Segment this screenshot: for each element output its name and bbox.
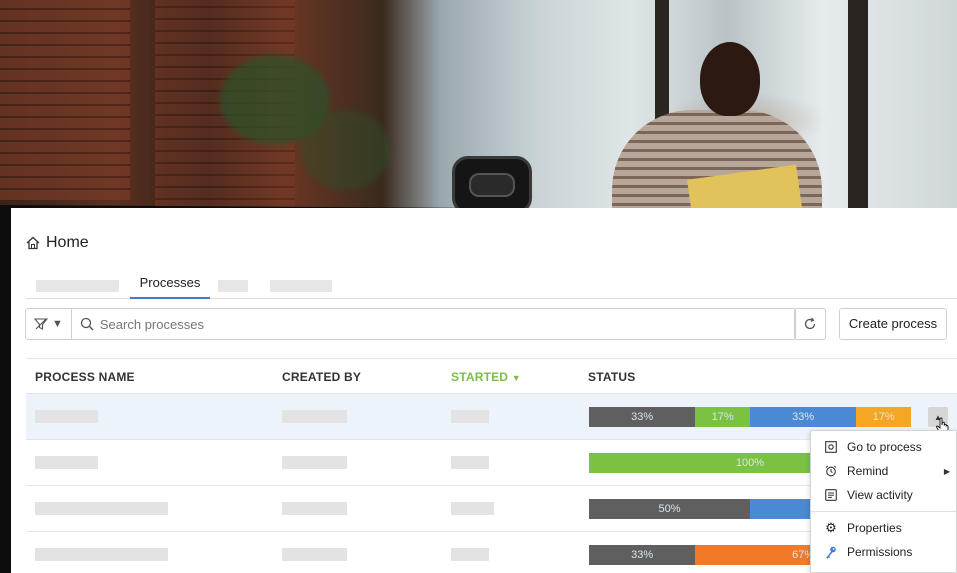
search-icon [80, 317, 94, 331]
refresh-icon [804, 317, 816, 330]
column-header-status[interactable]: STATUS [588, 370, 635, 384]
column-header-created-by[interactable]: CREATED BY [282, 370, 361, 384]
go-to-process-icon [824, 440, 838, 454]
menu-item-label: Properties [847, 521, 902, 535]
created-by-placeholder [282, 456, 347, 469]
filter-button[interactable]: ▼ [26, 309, 72, 339]
menu-item-label: Go to process [847, 440, 922, 454]
status-segment: 17% [695, 407, 750, 427]
chevron-down-icon: ▼ [52, 318, 63, 330]
created-by-placeholder [282, 410, 347, 423]
status-segment: 33% [589, 545, 696, 565]
process-name-placeholder [35, 548, 168, 561]
started-placeholder [451, 410, 489, 423]
sort-desc-icon: ▼ [511, 373, 521, 383]
menu-item-label: Remind [847, 464, 889, 478]
filter-icon [34, 318, 48, 330]
menu-item-go-to-process[interactable]: Go to process [811, 435, 957, 459]
search-toolbar: ▼ [25, 308, 796, 340]
webcam-lens [469, 173, 515, 197]
tab-processes[interactable]: Processes [130, 274, 210, 299]
started-placeholder [451, 548, 489, 561]
created-by-placeholder [282, 502, 347, 515]
webcam [452, 156, 532, 214]
page-title: Home [46, 234, 89, 251]
search-input[interactable] [99, 316, 660, 332]
plant-blur [300, 110, 390, 190]
table-header: PROCESS NAME CREATED BY STARTED ▼ STATUS [26, 358, 957, 394]
started-placeholder [451, 456, 489, 469]
page-header: Home [26, 234, 89, 252]
status-segment: 17% [856, 407, 911, 427]
menu-item-view-activity[interactable]: View activity [811, 483, 957, 507]
alarm-clock-icon [824, 464, 838, 478]
tab-bar: Processes [26, 274, 957, 299]
tab-placeholder[interactable] [218, 280, 248, 292]
process-name-placeholder [35, 410, 98, 423]
created-by-placeholder [282, 548, 347, 561]
create-process-button[interactable]: Create process [839, 308, 947, 340]
submenu-arrow-icon: ▶ [943, 466, 950, 476]
window-frame [848, 0, 868, 225]
process-name-placeholder [35, 456, 98, 469]
refresh-button[interactable] [794, 308, 826, 340]
column-header-started[interactable]: STARTED ▼ [451, 370, 521, 384]
menu-item-label: View activity [847, 488, 913, 502]
menu-item-permissions[interactable]: Permissions [811, 540, 957, 564]
process-name-placeholder [35, 502, 168, 515]
activity-log-icon [824, 488, 838, 502]
person-head [700, 42, 760, 116]
status-segment: 50% [589, 499, 750, 519]
key-icon [824, 545, 838, 559]
gear-icon: ⚙ [825, 520, 837, 535]
status-segment: 33% [589, 407, 696, 427]
column-header-started-label: STARTED [451, 370, 509, 384]
status-segment: 33% [749, 407, 857, 427]
tab-placeholder[interactable] [270, 280, 332, 292]
column-header-process-name[interactable]: PROCESS NAME [35, 370, 135, 384]
menu-item-remind[interactable]: Remind ▶ [811, 459, 957, 483]
tab-placeholder[interactable] [36, 280, 119, 292]
brick-wall [0, 0, 130, 200]
row-context-menu: Go to process Remind ▶ View activity ⚙ P… [810, 430, 957, 573]
home-icon [26, 236, 40, 250]
started-placeholder [451, 502, 494, 515]
status-bar: 33% 17% 33% 17% [589, 407, 911, 427]
menu-item-properties[interactable]: ⚙ Properties [811, 516, 957, 540]
menu-item-label: Permissions [847, 545, 913, 559]
menu-divider [811, 511, 957, 512]
app-screen: Home Processes ▼ Create process PROCESS … [11, 208, 957, 573]
